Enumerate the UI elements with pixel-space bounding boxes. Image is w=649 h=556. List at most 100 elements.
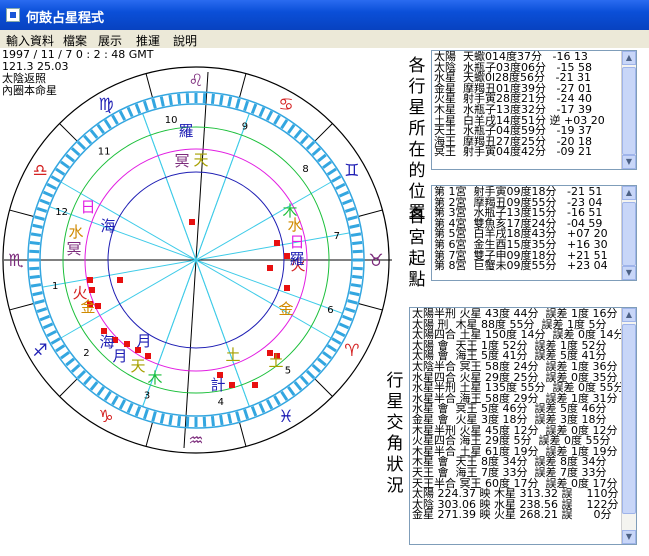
aspects-label: 行星交角狀況 [386,371,404,496]
degree-tick [168,414,173,426]
degree-tick [65,153,75,163]
house-cusp-row[interactable]: 第 8宮 巨蟹未09度55分 +23 04 [434,260,620,272]
degree-tick [326,344,337,353]
degree-tick [83,134,93,145]
planet-marker [229,382,235,388]
zodiac-sign-icon: ♋ [278,95,293,115]
zodiac-sign-icon: ♒ [188,431,203,451]
chart-rahu-outer: 羅 [178,122,193,140]
chart-neptune-outer: 海 [100,217,115,235]
aspects-list-scrollbar[interactable]: ▲ ▼ [621,308,636,544]
degree-tick [342,314,353,322]
chart-rahu-inner: 羅 [289,250,304,268]
degree-tick [30,232,42,237]
degree-tick [280,119,289,130]
menu-input-data[interactable]: 輸入資料 [6,32,54,49]
house-number: 8 [302,164,308,175]
menu-help[interactable]: 說明 [173,32,197,49]
sign-divider [314,123,333,142]
menu-file[interactable]: 檔案 [63,32,87,49]
menu-progression[interactable]: 推運 [136,32,160,49]
scroll-thumb[interactable] [622,67,636,155]
scroll-thumb[interactable] [622,324,636,514]
house-number: 7 [334,231,340,242]
zodiac-sign-icon: ♈ [344,341,359,361]
degree-tick [202,93,207,104]
degree-tick [70,147,81,157]
planet-marker [95,303,101,309]
menu-display[interactable]: 展示 [98,32,122,49]
degree-tick [32,223,43,229]
degree-tick [243,100,250,112]
aspect-row[interactable]: 金星 271.39 映 火星 268.21 誤 0分 [412,509,620,521]
degree-tick [29,249,40,254]
degree-tick [311,363,322,373]
sign-divider [9,302,34,311]
degree-tick [50,175,61,183]
degree-tick [344,307,356,314]
degree-tick [29,266,40,271]
degree-tick [134,103,142,114]
degree-tick [331,337,342,345]
scroll-down-icon[interactable]: ▼ [622,530,636,544]
degree-tick [273,395,281,406]
degree-tick [29,241,41,246]
chart-uranus-outer: 天 [193,151,208,169]
sign-divider [358,302,383,311]
planet-list-scrollbar[interactable]: ▲ ▼ [621,51,636,169]
degree-tick [89,129,99,139]
degree-tick [349,291,360,297]
degree-tick [299,375,309,386]
degree-tick [347,215,358,221]
scroll-down-icon[interactable]: ▼ [622,155,636,169]
planet-position-row[interactable]: 冥王 射手寅04度42分 -09 21 [434,147,620,158]
degree-tick [96,124,105,134]
degree-tick [258,402,266,414]
degree-tick [111,114,119,125]
degree-tick [76,369,87,380]
chart-neptune-inner: 海 [99,333,114,351]
scroll-up-icon[interactable]: ▲ [622,308,636,322]
degree-tick [39,198,50,206]
house-number: 10 [165,115,178,126]
house-number: 12 [55,207,68,218]
chart-saturn-inner: 土 [268,352,283,370]
scroll-up-icon[interactable]: ▲ [622,51,636,65]
degree-tick [265,110,274,121]
degree-tick [210,93,215,105]
degree-tick [118,399,127,410]
degree-tick [280,390,289,401]
planet-marker [252,382,258,388]
chart-venus-outer: 金 [278,300,293,318]
sign-divider [238,422,247,447]
zodiac-sign-icon: ♓ [278,407,293,427]
aspects-list[interactable]: 太陽半刑 火星 43度 44分 誤差 1度 16分 太陽 刑 木星 88度 55分… [409,307,637,545]
scroll-down-icon[interactable]: ▼ [622,266,636,280]
scroll-up-icon[interactable]: ▲ [622,186,636,200]
degree-tick [185,93,190,104]
degree-tick [142,100,149,112]
planet-marker [87,277,93,283]
sign-divider [145,73,154,98]
zodiac-sign-icon: ♐ [32,341,47,361]
app-icon[interactable] [6,8,20,22]
scroll-thumb[interactable] [622,202,636,266]
zodiac-sign-icon: ♍ [98,95,113,115]
degree-tick [350,232,362,237]
degree-tick [126,402,134,414]
degree-tick [338,322,350,330]
degree-tick [347,299,358,305]
sign-divider [59,123,78,142]
degree-tick [96,386,105,396]
degree-tick [322,351,332,360]
planet-positions-list[interactable]: 太陽 天蠍014度37分 -16 13 太陰 水瓶子03度06分 -15 58 水星… [431,50,637,170]
house-list-scrollbar[interactable]: ▲ ▼ [621,186,636,280]
zodiac-sign-icon: ♌ [188,71,203,91]
degree-tick [55,167,66,176]
degree-tick [46,329,57,338]
house-cusps-list[interactable]: 第 1宮 射手寅09度18分 -21 51 第 2宮 摩羯丑09度55分 -23 … [431,185,637,281]
degree-tick [103,390,112,401]
window-title: 何鼓占星程式 [26,11,105,26]
degree-tick [326,167,337,176]
degree-tick [50,337,61,345]
